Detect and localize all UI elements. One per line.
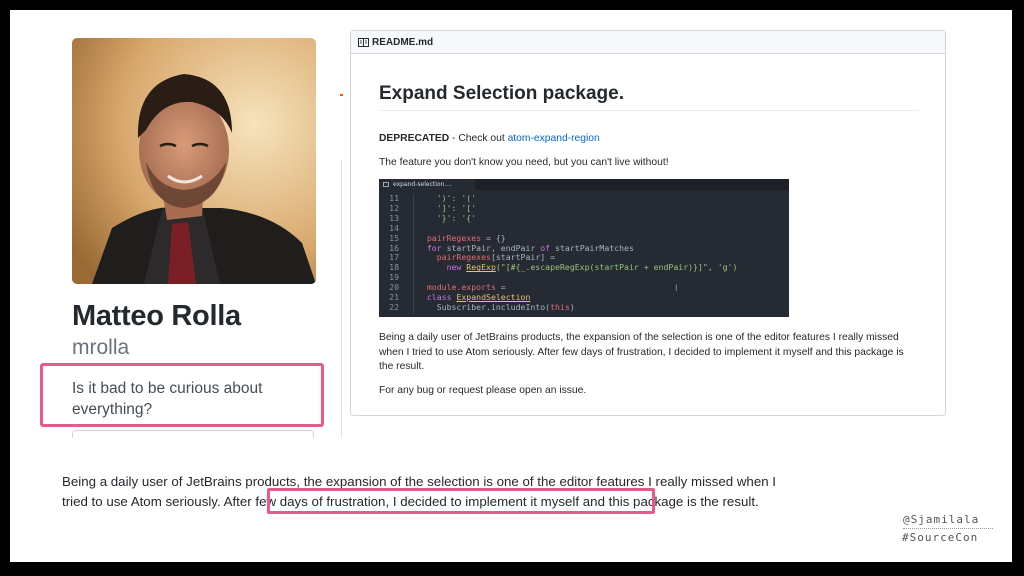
quote-highlight-box (267, 488, 655, 514)
readme-issue-note: For any bug or request please open an is… (379, 385, 587, 396)
profile-name: Matteo Rolla (72, 300, 241, 332)
edit-profile-button[interactable] (72, 430, 314, 438)
profile-photo (72, 38, 316, 284)
slide: Matteo Rolla mrolla Is it bad to be curi… (10, 10, 1012, 562)
atom-expand-region-link[interactable]: atom-expand-region (508, 133, 600, 144)
code-token: '}': '{' (417, 212, 477, 223)
code-tab: expand-selection.... (379, 179, 475, 190)
book-icon (358, 37, 369, 47)
code-screenshot: expand-selection.... 11 ')': '(' 12 ']': … (379, 179, 789, 317)
avatar[interactable] (72, 38, 316, 284)
code-token: this (550, 301, 570, 312)
code-line: 13 '}': '{' (379, 212, 737, 224)
code-tab-label: expand-selection.... (393, 181, 452, 188)
code-token: startPairMatches (555, 242, 634, 253)
watermark-hashtag: #SourceCon (902, 531, 979, 544)
profile-username: mrolla (72, 336, 130, 359)
code-token: ) (569, 301, 575, 312)
deprecated-text: - Check out (449, 133, 508, 144)
code-token: new (417, 262, 467, 273)
line-number: 22 (389, 301, 399, 312)
code-token: ("[#{_.escapeRegExp(startPair + endPair)… (495, 262, 738, 273)
text-cursor-icon: I (675, 283, 678, 293)
deprecated-notice: DEPRECATED - Check out atom-expand-regio… (379, 133, 600, 144)
code-token: Subscriber.includeInto( (417, 301, 551, 312)
readme-tagline: The feature you don't know you need, but… (379, 157, 669, 168)
readme-description: Being a daily user of JetBrains products… (379, 332, 904, 372)
watermark-handle: @Sjamilala (903, 513, 980, 526)
file-icon (383, 182, 389, 187)
readme-title: Expand Selection package. (379, 83, 624, 104)
code-token: RegExp (466, 262, 496, 273)
readme-filename[interactable]: README.md (372, 37, 433, 48)
divider-tick (340, 94, 343, 96)
bio-highlight-box (40, 363, 324, 427)
code-lines: 11 ')': '(' 12 ']': '[' 13 '}': '{' 14 15 pa… (379, 193, 738, 313)
code-line: 18 new RegExp ("[#{_.escapeRegExp(startPa… (379, 262, 738, 273)
watermark-rule (903, 528, 993, 529)
deprecated-label: DEPRECATED (379, 133, 450, 144)
title-rule (379, 110, 919, 111)
readme-header: README.md (351, 31, 945, 54)
readme-panel: README.md Expand Selection package. DEPR… (350, 30, 946, 416)
code-tabbar: expand-selection.... (379, 179, 789, 190)
code-line: 22 Subscriber.includeInto(this) (379, 301, 737, 313)
column-divider (341, 160, 342, 438)
